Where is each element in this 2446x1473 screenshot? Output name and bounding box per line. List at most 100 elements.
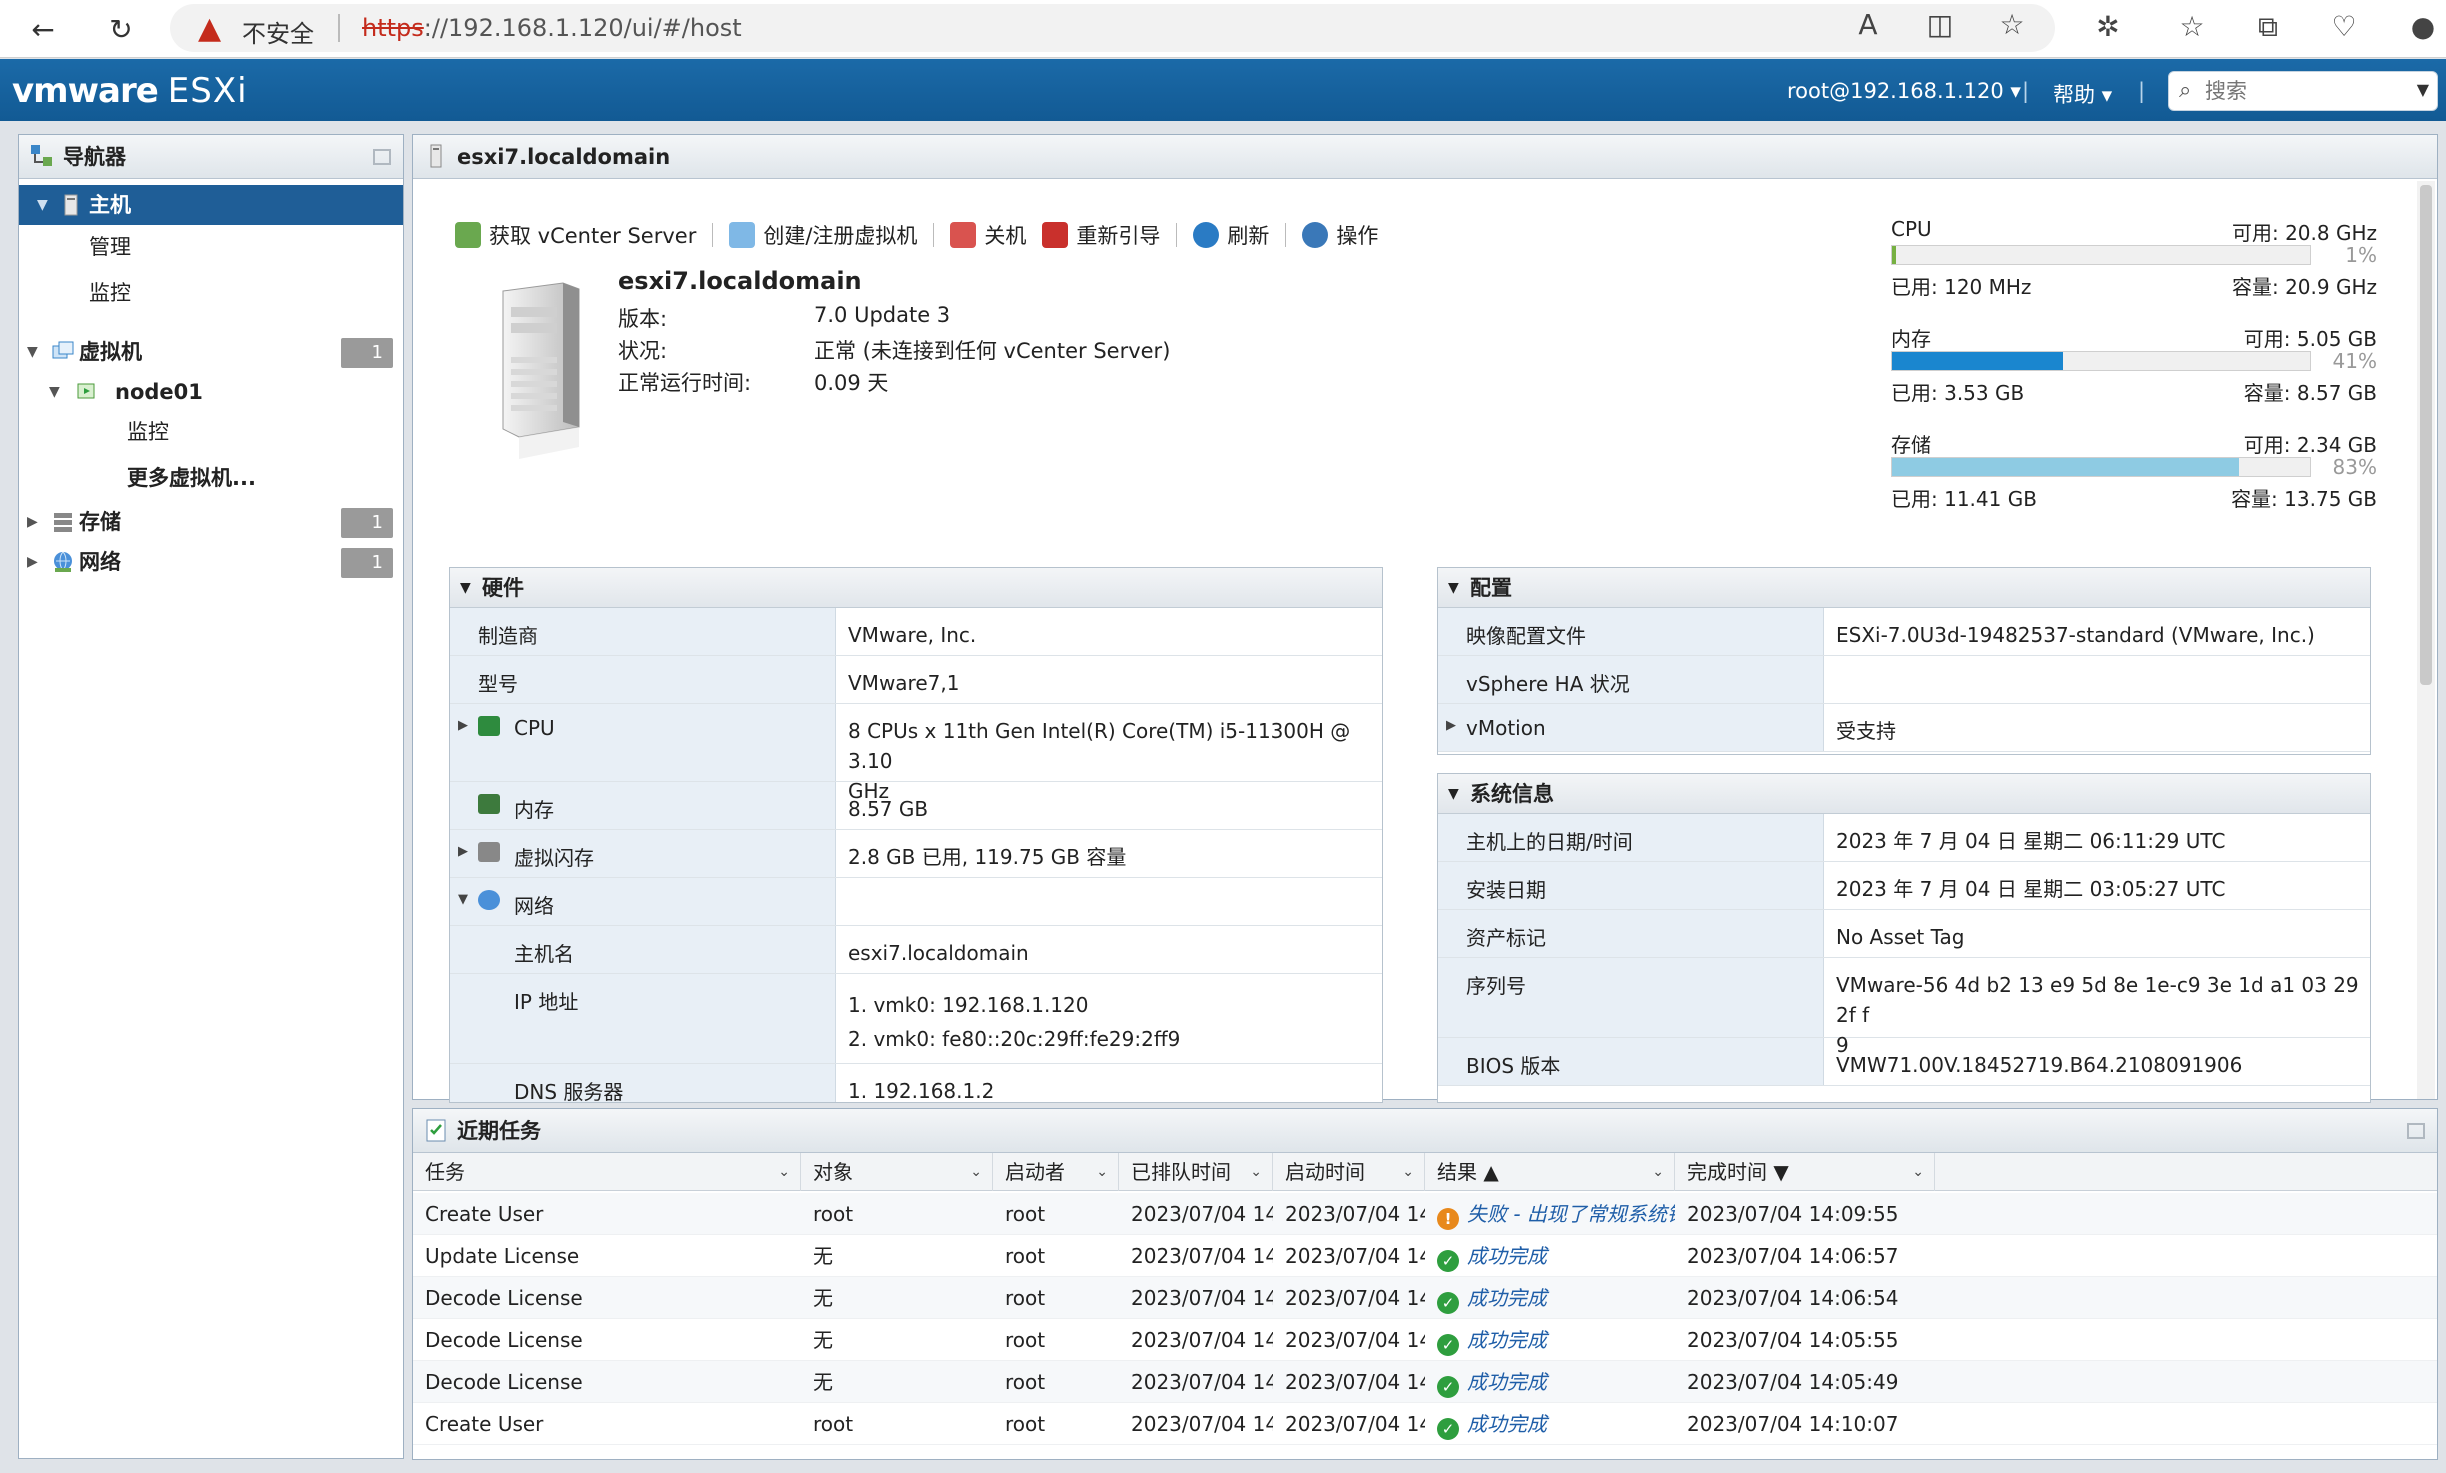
shutdown-button[interactable]: 关机 (950, 220, 1026, 250)
search-box[interactable]: ⌕ ▼ (2168, 71, 2438, 111)
chevron-down-icon[interactable]: ▼ (1448, 774, 1459, 814)
create-register-vm-button[interactable]: 创建/注册虚拟机 (729, 220, 917, 250)
chevron-right-icon[interactable]: ▶ (458, 844, 468, 859)
url-text[interactable]: https://192.168.1.120/ui/#/host (362, 14, 742, 42)
favorite-star-icon[interactable]: ☆ (1992, 8, 2032, 41)
chevron-right-icon[interactable]: ▶ (27, 542, 38, 582)
table-row[interactable]: Decode License 无 root 2023/07/04 14:05:49 20… (413, 1361, 2437, 1403)
task-result[interactable]: 成功完成 (1467, 1286, 1547, 1310)
chevron-down-icon[interactable]: ▼ (2417, 80, 2429, 99)
column-header[interactable]: 启动时间 ⌄ (1273, 1153, 1425, 1191)
chevron-right-icon[interactable]: ▶ (458, 718, 468, 733)
column-header[interactable]: 结果 ▲ ⌄ (1425, 1153, 1675, 1191)
actions-button[interactable]: 操作 (1302, 220, 1378, 250)
sidebar-item-manage[interactable]: 管理 (19, 227, 403, 267)
sidebar-item-host[interactable]: ▼ 主机 (19, 185, 403, 225)
task-result[interactable]: 成功完成 (1467, 1244, 1547, 1268)
chevron-right-icon[interactable]: ▶ (1446, 718, 1456, 733)
sidebar-item-vms[interactable]: ▼ 虚拟机 1 (19, 332, 403, 372)
column-header[interactable]: 启动者 ⌄ (993, 1153, 1119, 1191)
chevron-down-icon[interactable]: ⌄ (1402, 1153, 1414, 1191)
minimize-icon[interactable] (2407, 1123, 2425, 1139)
read-aloud-icon[interactable]: A (1848, 8, 1888, 41)
vertical-scrollbar[interactable] (2417, 181, 2435, 1099)
table-cell: ✓ 成功完成 (1425, 1277, 1675, 1319)
collections-icon[interactable]: ⧉ (2248, 10, 2288, 44)
table-cell: 2023/07/04 14:05:49 (1687, 1370, 1899, 1394)
chevron-down-icon[interactable]: ▼ (37, 185, 48, 225)
chevron-down-icon[interactable]: ⌄ (970, 1153, 982, 1191)
task-result[interactable]: 成功完成 (1467, 1370, 1547, 1394)
vmware-esxi-logo: vmware ESXi (12, 71, 248, 111)
hw-row-network[interactable]: ▼ 网络 (450, 878, 1382, 926)
task-result[interactable]: 成功完成 (1467, 1328, 1547, 1352)
chevron-down-icon[interactable]: ⌄ (1912, 1153, 1924, 1191)
recent-tasks-title: 近期任务 (413, 1109, 2437, 1153)
table-cell: root (813, 1202, 854, 1226)
sidebar-item-more-vms[interactable]: 更多虚拟机... (19, 458, 403, 498)
chevron-down-icon[interactable]: ▼ (460, 568, 471, 608)
task-result[interactable]: 成功完成 (1467, 1412, 1547, 1436)
get-vcenter-button[interactable]: 获取 vCenter Server (455, 220, 696, 250)
scrollbar-thumb[interactable] (2420, 185, 2432, 685)
table-row[interactable]: Create User root root 2023/07/04 14:09:54 20… (413, 1193, 2437, 1235)
performance-icon[interactable]: ♡ (2324, 10, 2364, 43)
chevron-down-icon[interactable]: ⌄ (1652, 1153, 1664, 1191)
reload-icon[interactable]: ↻ (102, 10, 140, 48)
sidebar-item-vm-monitor[interactable]: 监控 (19, 412, 403, 452)
chevron-down-icon[interactable]: ▼ (27, 332, 38, 372)
divider: | (2138, 79, 2146, 103)
sidebar-item-label: 存储 (79, 510, 121, 534)
minimize-icon[interactable] (373, 149, 391, 165)
favorites-icon[interactable]: ☆ (2172, 10, 2212, 43)
host-icon (64, 194, 78, 216)
chevron-down-icon[interactable]: ▼ (49, 372, 60, 412)
sidebar-item-network[interactable]: ▶ 网络 1 (19, 542, 403, 582)
cfg-row-vmotion[interactable]: ▶ vMotion 受支持 (1438, 704, 2370, 752)
split-screen-icon[interactable]: ◫ (1920, 8, 1960, 41)
column-header[interactable]: 对象 ⌄ (801, 1153, 993, 1191)
profile-avatar-icon[interactable]: ● (2400, 10, 2446, 43)
column-header[interactable]: 完成时间 ▼ ⌄ (1675, 1153, 1935, 1191)
table-row[interactable]: Update License 无 root 2023/07/04 14:06:57 20… (413, 1235, 2437, 1277)
user-menu[interactable]: root@192.168.1.120 ▾ (1787, 79, 2021, 103)
chevron-down-icon[interactable]: ⌄ (1250, 1153, 1262, 1191)
sidebar-item-storage[interactable]: ▶ 存储 1 (19, 502, 403, 542)
sidebar-item-node01[interactable]: ▼ node01 (19, 372, 403, 412)
table-cell: Update License (425, 1244, 580, 1268)
reboot-button[interactable]: 重新引导 (1042, 220, 1160, 250)
column-header[interactable]: 已排队时间 ⌄ (1119, 1153, 1273, 1191)
sidebar-item-label: 监控 (89, 281, 131, 305)
table-cell: 2023/07/04 14:09:54 (1285, 1202, 1425, 1226)
chevron-down-icon[interactable]: ▼ (458, 892, 468, 907)
success-check-icon: ✓ (1437, 1376, 1459, 1398)
sidebar-item-monitor[interactable]: 监控 (19, 273, 403, 313)
success-check-icon: ✓ (1437, 1292, 1459, 1314)
chevron-down-icon[interactable]: ⌄ (778, 1153, 790, 1191)
hw-row-memory: 内存 8.57 GB (450, 782, 1382, 830)
table-row[interactable]: Decode License 无 root 2023/07/04 14:06:54 20… (413, 1277, 2437, 1319)
table-row[interactable]: Decode License 无 root 2023/07/04 14:05:55 20… (413, 1319, 2437, 1361)
task-result[interactable]: 失败 - 出现了常规系统错误: Wea… (1467, 1202, 1675, 1226)
extensions-icon[interactable]: ✲ (2088, 10, 2128, 43)
hardware-header[interactable]: ▼ 硬件 (450, 568, 1382, 608)
chevron-down-icon[interactable]: ▼ (1448, 568, 1459, 608)
back-icon[interactable]: ← (24, 10, 62, 48)
help-menu[interactable]: 帮助 ▾ (2053, 79, 2112, 109)
host-panel: esxi7.localdomain 获取 vCenter Server 创建/注… (412, 134, 2438, 1103)
table-cell: 2023/07/04 14:05:49 (1285, 1370, 1425, 1394)
sidebar-item-label: 更多虚拟机... (127, 466, 256, 490)
insecure-label[interactable]: 不安全 (242, 14, 314, 49)
chevron-down-icon[interactable]: ⌄ (1096, 1153, 1108, 1191)
configuration-header[interactable]: ▼ 配置 (1438, 568, 2370, 608)
chevron-right-icon[interactable]: ▶ (27, 502, 38, 542)
system-info-header[interactable]: ▼ 系统信息 (1438, 774, 2370, 814)
hw-row-cpu[interactable]: ▶ CPU 8 CPUs x 11th Gen Intel(R) Core(TM)… (450, 704, 1382, 803)
hw-row-virtual-flash[interactable]: ▶ 虚拟闪存 2.8 GB 已用, 119.75 GB 容量 (450, 830, 1382, 878)
search-input[interactable] (2205, 76, 2405, 106)
refresh-button[interactable]: 刷新 (1193, 220, 1269, 250)
address-bar[interactable]: ▲ 不安全 https://192.168.1.120/ui/#/host A … (170, 4, 2055, 52)
table-row[interactable]: Create User root root 2023/07/04 14:10:07 20… (413, 1403, 2437, 1445)
warning-icon: ! (1437, 1208, 1459, 1230)
column-header[interactable]: 任务 ⌄ (413, 1153, 801, 1191)
